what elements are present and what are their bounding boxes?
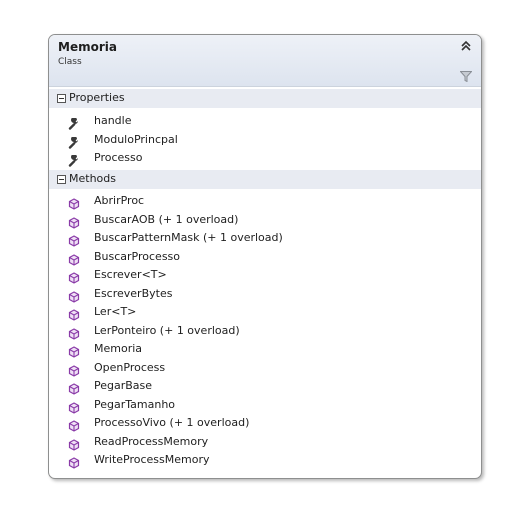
property-item[interactable]: handle	[49, 112, 481, 130]
class-header: Memoria Class	[49, 35, 481, 87]
method-cube-icon	[68, 417, 80, 432]
property-item[interactable]: Processo	[49, 149, 481, 167]
method-item[interactable]: LerPonteiro (+ 1 overload)	[49, 322, 481, 340]
method-item[interactable]: PegarBase	[49, 377, 481, 395]
properties-section-header: Properties	[49, 89, 481, 108]
method-item[interactable]: OpenProcess	[49, 359, 481, 377]
member-label: BuscarPatternMask (+ 1 overload)	[94, 231, 283, 244]
method-cube-icon	[68, 380, 80, 395]
member-label: PegarBase	[94, 379, 153, 392]
methods-section-label: Methods	[69, 172, 116, 185]
filter-icon[interactable]	[460, 71, 472, 82]
member-label: PegarTamanho	[94, 397, 176, 411]
method-item[interactable]: EscreverBytes	[49, 285, 481, 303]
class-kind: Class	[58, 57, 82, 67]
method-cube-icon	[68, 251, 80, 266]
method-cube-icon	[68, 343, 80, 358]
member-label: EscreverBytes	[94, 286, 173, 300]
method-cube-icon	[68, 269, 80, 284]
member-label: ReadProcessMemory	[94, 434, 209, 448]
method-cube-icon	[68, 325, 80, 340]
member-label: Ler<T>	[94, 305, 137, 318]
member-label: ModuloPrincpal	[94, 132, 178, 146]
wrench-icon	[68, 152, 80, 167]
method-cube-icon	[68, 214, 80, 229]
method-item[interactable]: ReadProcessMemory	[49, 433, 481, 451]
method-cube-icon	[68, 454, 80, 469]
method-cube-icon	[68, 362, 80, 377]
member-label: Escrever<T>	[94, 268, 167, 281]
class-name: Memoria	[58, 40, 117, 54]
wrench-icon	[68, 134, 80, 149]
member-label: Processo	[94, 151, 143, 164]
member-label: ProcessoVivo (+ 1 overload)	[94, 416, 250, 429]
method-item[interactable]: AbrirProc	[49, 192, 481, 210]
method-item[interactable]: Ler<T>	[49, 303, 481, 321]
method-item[interactable]: Escrever<T>	[49, 266, 481, 284]
member-label: BuscarAOB (+ 1 overload)	[94, 212, 239, 226]
methods-section-header: Methods	[49, 170, 481, 189]
method-item[interactable]: WriteProcessMemory	[49, 451, 481, 469]
method-item[interactable]: BuscarPatternMask (+ 1 overload)	[49, 229, 481, 247]
method-cube-icon	[68, 399, 80, 414]
method-item[interactable]: Memoria	[49, 340, 481, 358]
member-label: Memoria	[94, 342, 143, 355]
member-label: BuscarProcesso	[94, 249, 181, 263]
member-label: handle	[94, 114, 132, 127]
method-item[interactable]: BuscarAOB (+ 1 overload)	[49, 211, 481, 229]
method-cube-icon	[68, 232, 80, 247]
method-cube-icon	[68, 436, 80, 451]
member-label: LerPonteiro (+ 1 overload)	[94, 323, 240, 337]
double-chevron-up-icon[interactable]	[459, 39, 473, 53]
member-label: OpenProcess	[94, 360, 166, 374]
property-item[interactable]: ModuloPrincpal	[49, 131, 481, 149]
method-cube-icon	[68, 195, 80, 210]
method-cube-icon	[68, 288, 80, 303]
methods-collapse-toggle[interactable]	[57, 175, 66, 184]
member-label: WriteProcessMemory	[94, 453, 210, 466]
wrench-icon	[68, 115, 80, 130]
member-label: AbrirProc	[94, 194, 145, 207]
method-item[interactable]: BuscarProcesso	[49, 248, 481, 266]
method-item[interactable]: ProcessoVivo (+ 1 overload)	[49, 414, 481, 432]
properties-collapse-toggle[interactable]	[57, 94, 66, 103]
class-shape[interactable]: Memoria Class Properties handle ModuloPri…	[48, 34, 482, 479]
method-item[interactable]: PegarTamanho	[49, 396, 481, 414]
method-cube-icon	[68, 306, 80, 321]
properties-section-label: Properties	[69, 91, 125, 104]
